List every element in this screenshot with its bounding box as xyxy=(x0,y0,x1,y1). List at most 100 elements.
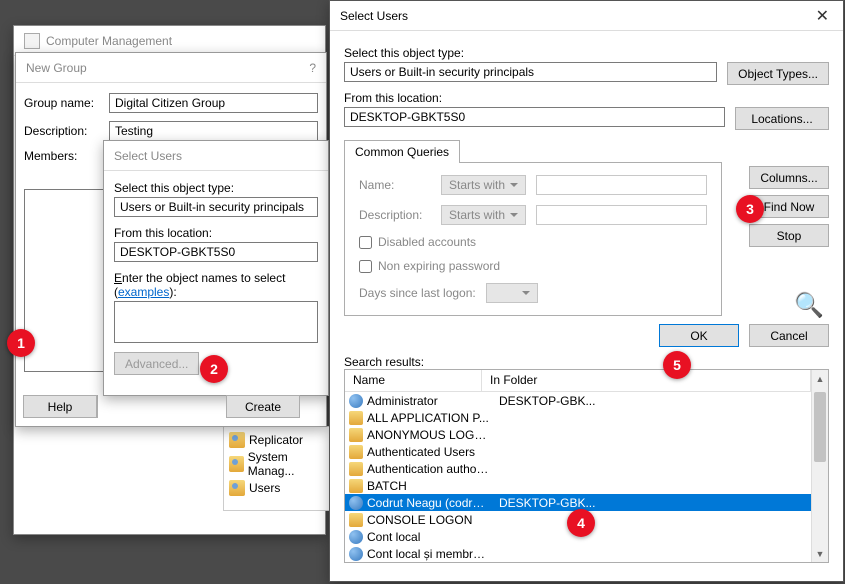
scroll-down-icon[interactable]: ▼ xyxy=(812,545,828,562)
result-name: ANONYMOUS LOGON xyxy=(367,428,491,442)
col-name[interactable]: Name xyxy=(345,370,482,391)
result-row[interactable]: Authenticated Users xyxy=(345,443,811,460)
create-button[interactable]: Create xyxy=(226,395,300,418)
advanced-button[interactable]: Advanced... xyxy=(114,352,199,375)
group-icon xyxy=(229,432,245,448)
ng-titlebar[interactable]: New Group ? xyxy=(16,53,326,83)
desc-filter-label: Description: xyxy=(359,208,431,222)
result-row[interactable]: Cont local și membru al... xyxy=(345,545,811,562)
result-row[interactable]: AdministratorDESKTOP-GBK... xyxy=(345,392,811,409)
from-location-field: DESKTOP-GBKT5S0 xyxy=(344,107,725,127)
result-name: Codrut Neagu (codrut.... xyxy=(367,496,491,510)
non-expiring-input[interactable] xyxy=(359,260,372,273)
tree-label: Users xyxy=(249,481,280,495)
ok-button[interactable]: OK xyxy=(659,324,739,347)
su1-title: Select Users xyxy=(114,149,182,163)
examples-link[interactable]: examples xyxy=(118,285,169,299)
step-badge-2: 2 xyxy=(200,355,228,383)
search-icon: 🔍 xyxy=(789,291,829,319)
name-match-dropdown[interactable]: Starts with xyxy=(441,175,526,195)
tree-item[interactable]: System Manag... xyxy=(226,449,334,479)
user-icon xyxy=(349,530,363,544)
object-type-field: Users or Built-in security principals xyxy=(114,197,318,217)
scroll-thumb[interactable] xyxy=(814,392,826,462)
su1-titlebar[interactable]: Select Users xyxy=(104,141,328,171)
name-filter-label: Name: xyxy=(359,178,431,192)
group-icon xyxy=(349,462,363,476)
result-folder: DESKTOP-GBK... xyxy=(491,496,807,510)
disabled-accounts-checkbox[interactable]: Disabled accounts xyxy=(359,235,707,249)
columns-button[interactable]: Columns... xyxy=(749,166,829,189)
result-name: Cont local xyxy=(367,530,491,544)
days-since-dropdown[interactable] xyxy=(486,283,538,303)
object-types-button[interactable]: Object Types... xyxy=(727,62,829,85)
result-name: Authentication authorit... xyxy=(367,462,491,476)
from-location-label: From this location: xyxy=(114,226,318,240)
user-icon xyxy=(349,496,363,510)
select-users-advanced-dialog: Select Users ✕ Select this object type: … xyxy=(329,0,844,582)
result-name: Cont local și membru al... xyxy=(367,547,491,561)
from-location-field: DESKTOP-GBKT5S0 xyxy=(114,242,318,262)
result-row[interactable]: ANONYMOUS LOGON xyxy=(345,426,811,443)
cm-tree-panel: Replicator System Manag... Users xyxy=(223,426,336,511)
results-header[interactable]: Name In Folder xyxy=(345,370,811,392)
result-name: ALL APPLICATION P... xyxy=(367,411,491,425)
user-icon xyxy=(349,394,363,408)
name-filter-input[interactable] xyxy=(536,175,707,195)
result-name: Authenticated Users xyxy=(367,445,491,459)
group-name-label: Group name: xyxy=(24,96,109,110)
enter-names-label: EEnter the object names to select (nter … xyxy=(114,271,318,299)
disabled-accounts-input[interactable] xyxy=(359,236,372,249)
days-since-label: Days since last logon: xyxy=(359,286,476,300)
group-icon xyxy=(349,479,363,493)
step-badge-5: 5 xyxy=(663,351,691,379)
stop-button[interactable]: Stop xyxy=(749,224,829,247)
object-names-textarea[interactable] xyxy=(114,301,318,343)
scroll-up-icon[interactable]: ▲ xyxy=(812,370,828,387)
from-location-label: From this location: xyxy=(344,91,829,105)
su2-titlebar[interactable]: Select Users ✕ xyxy=(330,1,843,31)
cm-title: Computer Management xyxy=(46,34,172,48)
result-name: Administrator xyxy=(367,394,491,408)
object-type-label: Select this object type: xyxy=(114,181,318,195)
desc-filter-input[interactable] xyxy=(536,205,707,225)
cancel-button[interactable]: Cancel xyxy=(749,324,829,347)
search-results-label: Search results: xyxy=(344,355,424,369)
help-icon[interactable]: ? xyxy=(309,61,316,75)
app-icon xyxy=(24,33,40,49)
ng-title: New Group xyxy=(26,61,87,75)
tree-item[interactable]: Replicator xyxy=(226,431,334,449)
desc-match-dropdown[interactable]: Starts with xyxy=(441,205,526,225)
group-icon xyxy=(349,411,363,425)
result-row[interactable]: ALL APPLICATION P... xyxy=(345,409,811,426)
group-name-input[interactable] xyxy=(109,93,318,113)
su2-title: Select Users xyxy=(340,9,408,23)
result-folder: DESKTOP-GBK... xyxy=(491,394,807,408)
object-type-label: Select this object type: xyxy=(344,46,829,60)
non-expiring-checkbox[interactable]: Non expiring password xyxy=(359,259,707,273)
step-badge-3: 3 xyxy=(736,195,764,223)
results-scrollbar[interactable]: ▲ ▼ xyxy=(811,370,828,562)
result-name: CONSOLE LOGON xyxy=(367,513,491,527)
result-name: BATCH xyxy=(367,479,491,493)
tree-item[interactable]: Users xyxy=(226,479,334,497)
group-icon xyxy=(229,456,244,472)
step-badge-4: 4 xyxy=(567,509,595,537)
description-label: Description: xyxy=(24,124,109,138)
close-icon[interactable]: ✕ xyxy=(812,6,833,26)
result-row[interactable]: Authentication authorit... xyxy=(345,460,811,477)
description-input[interactable] xyxy=(109,121,318,141)
user-icon xyxy=(349,547,363,561)
group-icon xyxy=(229,480,245,496)
locations-button[interactable]: Locations... xyxy=(735,107,829,130)
col-folder[interactable]: In Folder xyxy=(482,370,811,391)
tree-label: System Manag... xyxy=(248,450,331,478)
group-icon xyxy=(349,445,363,459)
group-icon xyxy=(349,428,363,442)
result-row[interactable]: BATCH xyxy=(345,477,811,494)
help-button[interactable]: Help xyxy=(23,395,97,418)
tab-common-queries[interactable]: Common Queries xyxy=(344,140,460,163)
group-icon xyxy=(349,513,363,527)
object-type-field: Users or Built-in security principals xyxy=(344,62,717,82)
tree-label: Replicator xyxy=(249,433,303,447)
